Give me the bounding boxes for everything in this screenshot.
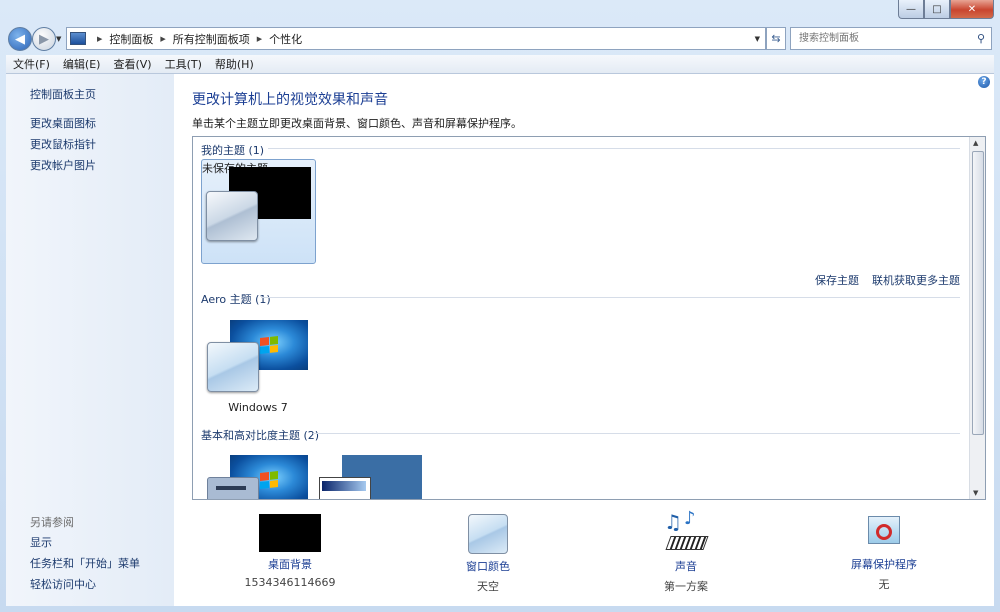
window: — □ ✕ ◀ ▶ ▼ ▶ 控制面板 ▶ 所有控制面板项 ▶ 个性化 ▼ ⇆ ⚲…: [0, 0, 1000, 612]
address-dropdown-icon[interactable]: ▼: [755, 35, 760, 43]
music-note-icon: ♪: [684, 508, 696, 529]
menu-help[interactable]: 帮助(H): [208, 56, 260, 72]
close-button[interactable]: ✕: [950, 0, 994, 19]
swatch-bar: [216, 486, 246, 490]
window-color-swatch: [207, 342, 259, 392]
screen-saver-item[interactable]: 屏幕保护程序 无: [814, 514, 954, 592]
back-arrow-icon: ◀: [15, 31, 25, 47]
caption-buttons: — □ ✕: [898, 0, 994, 19]
scroll-up-icon[interactable]: ▲: [973, 139, 978, 147]
sounds-label: 声音: [675, 560, 697, 573]
maximize-button[interactable]: □: [924, 0, 950, 19]
theme-windows7-basic[interactable]: [203, 447, 313, 499]
window-color-swatch: [207, 477, 259, 499]
theme-unsaved[interactable]: 未保存的主题: [201, 159, 316, 264]
change-desktop-icons-link[interactable]: 更改桌面图标: [30, 115, 96, 131]
address-bar[interactable]: ▶ 控制面板 ▶ 所有控制面板项 ▶ 个性化 ▼: [66, 27, 766, 50]
address-row: ◀ ▶ ▼ ▶ 控制面板 ▶ 所有控制面板项 ▶ 个性化 ▼ ⇆ ⚲: [0, 22, 1000, 52]
sounds-item[interactable]: ♫ ♪ 声音 第一方案: [616, 508, 756, 594]
window-color-label: 窗口颜色: [466, 560, 510, 573]
control-panel-home-link[interactable]: 控制面板主页: [30, 86, 96, 102]
theme-windows-classic[interactable]: [315, 447, 425, 499]
screen-saver-icon: [866, 514, 902, 552]
search-box: ⚲: [790, 27, 992, 50]
menu-edit[interactable]: 编辑(E): [56, 56, 107, 72]
no-symbol-icon: [876, 524, 892, 540]
desktop-background-value: 1534346114669: [244, 576, 336, 589]
divider: [268, 148, 960, 149]
menu-bar: 文件(F) 编辑(E) 查看(V) 工具(T) 帮助(H): [6, 55, 994, 74]
piano-keys-icon: [665, 536, 709, 550]
menu-view[interactable]: 查看(V): [106, 56, 157, 72]
refresh-icon: ⇆: [771, 32, 781, 45]
breadcrumb-all-items[interactable]: 所有控制面板项: [173, 31, 250, 47]
windows-logo-icon: [260, 471, 278, 489]
get-more-themes-link[interactable]: 联机获取更多主题: [872, 272, 960, 288]
menu-file[interactable]: 文件(F): [6, 56, 56, 72]
group-my-themes: 我的主题 (1): [201, 144, 265, 157]
ease-of-access-link[interactable]: 轻松访问中心: [30, 576, 96, 592]
group-basic-themes: 基本和高对比度主题 (2): [201, 429, 320, 442]
minimize-button[interactable]: —: [898, 0, 924, 19]
menu-tools[interactable]: 工具(T): [158, 56, 208, 72]
see-also-heading: 另请参阅: [30, 516, 74, 529]
task-pane: 控制面板主页 更改桌面图标 更改鼠标指针 更改帐户图片 另请参阅 显示 任务栏和…: [6, 74, 174, 606]
change-account-picture-link[interactable]: 更改帐户图片: [30, 157, 96, 173]
chevron-right-icon[interactable]: ▶: [257, 35, 262, 43]
taskbar-start-menu-link[interactable]: 任务栏和「开始」菜单: [30, 555, 140, 571]
theme-list: 我的主题 (1) 未保存的主题 保存主题 联机获取更多主题 Aero 主题 (1…: [192, 136, 986, 500]
divider: [313, 433, 960, 434]
window-color-icon: [468, 514, 508, 554]
forward-button[interactable]: ▶: [32, 27, 56, 51]
vertical-scrollbar[interactable]: ▲ ▼: [969, 137, 985, 499]
window-color-swatch: [206, 191, 258, 241]
sounds-icon: ♫ ♪: [664, 508, 709, 554]
divider: [261, 297, 960, 298]
theme-windows7[interactable]: Windows 7: [203, 312, 313, 414]
save-theme-link[interactable]: 保存主题: [815, 272, 859, 288]
desktop-background-icon: [259, 514, 321, 552]
recent-pages-dropdown-icon[interactable]: ▼: [56, 35, 61, 43]
breadcrumb-personalization[interactable]: 个性化: [269, 31, 302, 47]
swatch-titlebar: [322, 481, 366, 491]
theme-name: Windows 7: [228, 401, 288, 414]
help-icon[interactable]: ?: [978, 76, 990, 88]
desktop-background-item[interactable]: 桌面背景 1534346114669: [220, 514, 360, 589]
page-description: 单击某个主题立即更改桌面背景、窗口颜色、声音和屏幕保护程序。: [192, 117, 522, 130]
search-icon[interactable]: ⚲: [977, 32, 985, 45]
desktop-background-label: 桌面背景: [268, 558, 312, 571]
refresh-button[interactable]: ⇆: [766, 27, 786, 50]
forward-arrow-icon: ▶: [39, 31, 49, 47]
content-area: 控制面板主页 更改桌面图标 更改鼠标指针 更改帐户图片 另请参阅 显示 任务栏和…: [6, 74, 994, 606]
music-note-icon: ♫: [664, 510, 682, 534]
sounds-value: 第一方案: [664, 580, 708, 593]
screen-saver-label: 屏幕保护程序: [851, 558, 917, 571]
screen-saver-value: 无: [878, 578, 890, 591]
breadcrumb-control-panel[interactable]: 控制面板: [109, 31, 153, 47]
page-title: 更改计算机上的视觉效果和声音: [192, 92, 388, 108]
change-mouse-pointers-link[interactable]: 更改鼠标指针: [30, 136, 96, 152]
control-panel-icon: [70, 32, 86, 45]
back-button[interactable]: ◀: [8, 27, 32, 51]
window-color-item[interactable]: 窗口颜色 天空: [418, 514, 558, 594]
search-input[interactable]: [797, 32, 971, 45]
display-link[interactable]: 显示: [30, 534, 52, 550]
scroll-down-icon[interactable]: ▼: [973, 489, 978, 497]
window-color-value: 天空: [477, 580, 499, 593]
scrollbar-thumb[interactable]: [972, 151, 984, 435]
window-color-swatch: [319, 477, 371, 499]
chevron-right-icon[interactable]: ▶: [97, 35, 102, 43]
windows-logo-icon: [260, 336, 278, 354]
group-aero-themes: Aero 主题 (1): [201, 293, 271, 306]
chevron-right-icon[interactable]: ▶: [160, 35, 165, 43]
